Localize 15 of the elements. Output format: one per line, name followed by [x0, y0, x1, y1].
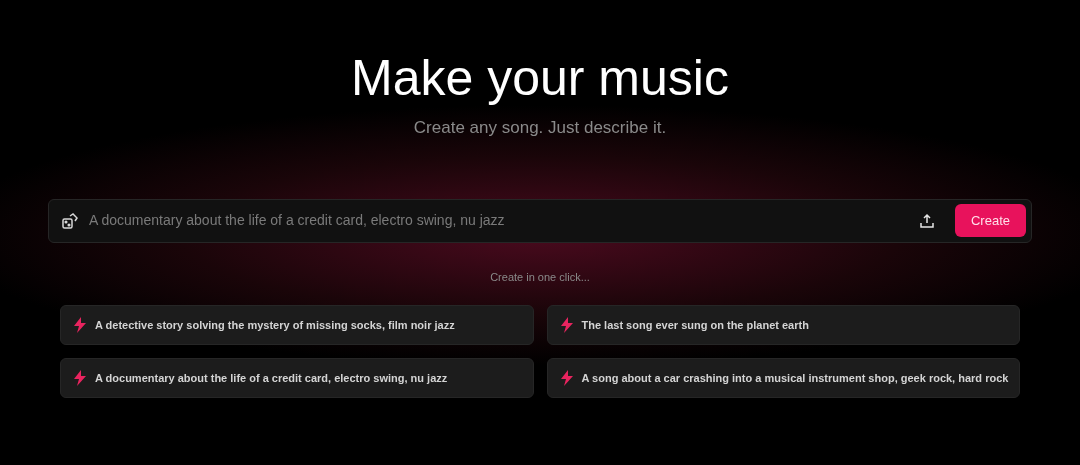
page-title: Make your music	[351, 49, 729, 108]
create-button[interactable]: Create	[954, 204, 1026, 237]
lightning-icon	[559, 370, 574, 386]
lightning-icon	[559, 317, 574, 333]
dice-icon[interactable]	[61, 211, 79, 230]
page-subtitle: Create any song. Just describe it.	[413, 117, 667, 139]
suggestion-card[interactable]: The last song ever sung on the planet earth	[546, 305, 1020, 345]
upload-icon[interactable]	[918, 212, 935, 229]
suggestion-card[interactable]: A documentary about the life of a credit card, electro swing, nu jazz	[60, 358, 534, 398]
suggestion-card[interactable]: A song about a car crashing into a musical instrument shop, geek rock, hard rock	[546, 358, 1020, 398]
section-heading: Create in one click...	[490, 269, 590, 285]
lightning-icon	[73, 370, 87, 386]
prompt-field[interactable]: A documentary about the life of a credit card, electro swing, nu jazz Create	[48, 198, 1032, 243]
suggestion-card[interactable]: A detective story solving the mystery of missing socks, film noir jazz	[60, 305, 534, 345]
lightning-icon	[73, 317, 87, 333]
